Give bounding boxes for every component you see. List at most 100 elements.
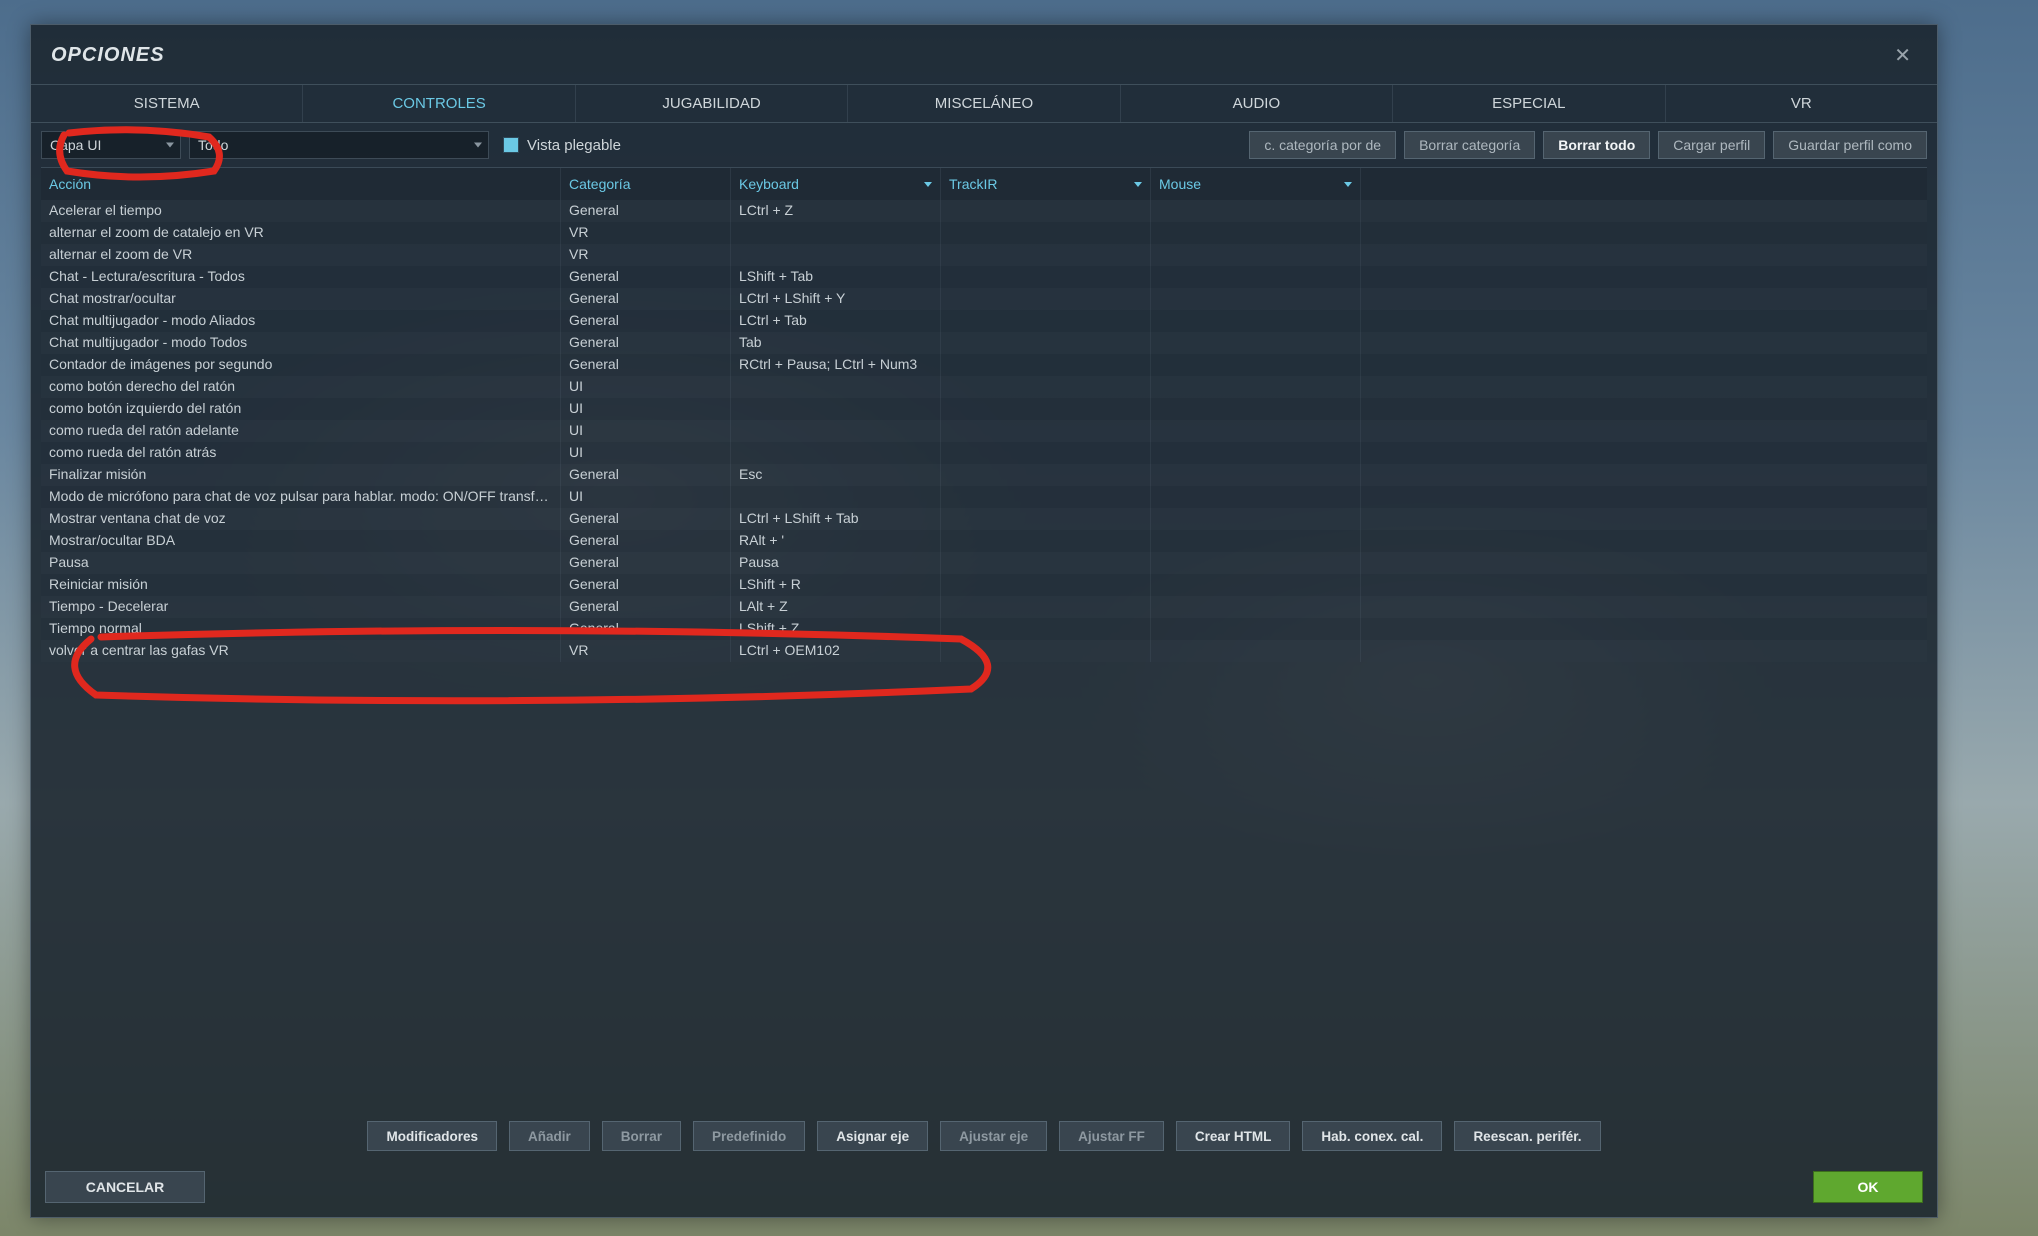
- create-html-button[interactable]: Crear HTML: [1176, 1121, 1291, 1151]
- binding-row[interactable]: Tiempo - DecelerarGeneralLAlt + Z: [41, 596, 1927, 618]
- cell-mouse[interactable]: [1151, 420, 1361, 442]
- cell-category[interactable]: General: [561, 552, 731, 574]
- cell-category[interactable]: General: [561, 332, 731, 354]
- cell-trackir[interactable]: [941, 288, 1151, 310]
- binding-row[interactable]: Modo de micrófono para chat de voz pulsa…: [41, 486, 1927, 508]
- cell-mouse[interactable]: [1151, 574, 1361, 596]
- cell-trackir[interactable]: [941, 354, 1151, 376]
- foldable-view-checkbox[interactable]: Vista plegable: [503, 137, 621, 154]
- tab-especial[interactable]: ESPECIAL: [1393, 85, 1665, 122]
- cell-mouse[interactable]: [1151, 310, 1361, 332]
- binding-row[interactable]: Chat multijugador - modo AliadosGeneralL…: [41, 310, 1927, 332]
- binding-row[interactable]: como rueda del ratón adelanteUI: [41, 420, 1927, 442]
- cell-keyboard[interactable]: Esc: [731, 464, 941, 486]
- cell-category[interactable]: VR: [561, 222, 731, 244]
- cell-trackir[interactable]: [941, 332, 1151, 354]
- cell-trackir[interactable]: [941, 222, 1151, 244]
- cell-category[interactable]: General: [561, 464, 731, 486]
- cell-mouse[interactable]: [1151, 200, 1361, 222]
- col-category[interactable]: Categoría: [561, 168, 731, 200]
- cell-mouse[interactable]: [1151, 464, 1361, 486]
- cell-action[interactable]: Chat - Lectura/escritura - Todos: [41, 266, 561, 288]
- delete-button[interactable]: Borrar: [602, 1121, 681, 1151]
- default-button[interactable]: Predefinido: [693, 1121, 805, 1151]
- cell-category[interactable]: UI: [561, 398, 731, 420]
- cell-keyboard[interactable]: LCtrl + Z: [731, 200, 941, 222]
- cell-keyboard[interactable]: LAlt + Z: [731, 596, 941, 618]
- cell-action[interactable]: Pausa: [41, 552, 561, 574]
- cell-keyboard[interactable]: [731, 398, 941, 420]
- cell-category[interactable]: General: [561, 574, 731, 596]
- cell-category[interactable]: General: [561, 310, 731, 332]
- cell-trackir[interactable]: [941, 574, 1151, 596]
- cell-action[interactable]: Contador de imágenes por segundo: [41, 354, 561, 376]
- cell-mouse[interactable]: [1151, 618, 1361, 640]
- cell-mouse[interactable]: [1151, 332, 1361, 354]
- adjust-ff-button[interactable]: Ajustar FF: [1059, 1121, 1164, 1151]
- cell-category[interactable]: General: [561, 288, 731, 310]
- cell-category[interactable]: UI: [561, 486, 731, 508]
- cell-action[interactable]: Reiniciar misión: [41, 574, 561, 596]
- cell-category[interactable]: General: [561, 200, 731, 222]
- cell-keyboard[interactable]: LCtrl + LShift + Y: [731, 288, 941, 310]
- cell-action[interactable]: Modo de micrófono para chat de voz pulsa…: [41, 486, 561, 508]
- load-profile-button[interactable]: Cargar perfil: [1658, 131, 1765, 159]
- cell-keyboard[interactable]: RAlt + ': [731, 530, 941, 552]
- cell-keyboard[interactable]: [731, 486, 941, 508]
- cell-category[interactable]: General: [561, 508, 731, 530]
- binding-row[interactable]: Chat multijugador - modo TodosGeneralTab: [41, 332, 1927, 354]
- cell-trackir[interactable]: [941, 618, 1151, 640]
- cell-action[interactable]: volver a centrar las gafas VR: [41, 640, 561, 662]
- cell-category[interactable]: UI: [561, 442, 731, 464]
- cell-action[interactable]: Tiempo normal: [41, 618, 561, 640]
- binding-row[interactable]: como rueda del ratón atrásUI: [41, 442, 1927, 464]
- cell-mouse[interactable]: [1151, 398, 1361, 420]
- cell-action[interactable]: alternar el zoom de catalejo en VR: [41, 222, 561, 244]
- cell-keyboard[interactable]: [731, 244, 941, 266]
- cell-action[interactable]: como rueda del ratón atrás: [41, 442, 561, 464]
- category-default-button[interactable]: c. categoría por de: [1249, 131, 1396, 159]
- cell-keyboard[interactable]: LShift + Tab: [731, 266, 941, 288]
- binding-row[interactable]: Tiempo normalGeneralLShift + Z: [41, 618, 1927, 640]
- binding-row[interactable]: Acelerar el tiempoGeneralLCtrl + Z: [41, 200, 1927, 222]
- clear-all-button[interactable]: Borrar todo: [1543, 131, 1650, 159]
- tab-sistema[interactable]: SISTEMA: [31, 85, 303, 122]
- cell-trackir[interactable]: [941, 376, 1151, 398]
- binding-row[interactable]: alternar el zoom de VRVR: [41, 244, 1927, 266]
- cell-mouse[interactable]: [1151, 530, 1361, 552]
- binding-row[interactable]: Mostrar ventana chat de vozGeneralLCtrl …: [41, 508, 1927, 530]
- col-device-mouse[interactable]: Mouse: [1151, 168, 1361, 200]
- cell-mouse[interactable]: [1151, 222, 1361, 244]
- binding-row[interactable]: Chat - Lectura/escritura - TodosGeneralL…: [41, 266, 1927, 288]
- tab-vr[interactable]: VR: [1666, 85, 1937, 122]
- col-device-trackir[interactable]: TrackIR: [941, 168, 1151, 200]
- cell-action[interactable]: como botón derecho del ratón: [41, 376, 561, 398]
- cell-trackir[interactable]: [941, 420, 1151, 442]
- col-device-keyboard[interactable]: Keyboard: [731, 168, 941, 200]
- cell-keyboard[interactable]: LCtrl + OEM102: [731, 640, 941, 662]
- cell-mouse[interactable]: [1151, 640, 1361, 662]
- cell-action[interactable]: Mostrar ventana chat de voz: [41, 508, 561, 530]
- cell-mouse[interactable]: [1151, 508, 1361, 530]
- modifiers-button[interactable]: Modificadores: [367, 1121, 497, 1151]
- cell-category[interactable]: VR: [561, 244, 731, 266]
- cell-trackir[interactable]: [941, 486, 1151, 508]
- cancel-button[interactable]: CANCELAR: [45, 1171, 205, 1203]
- tab-misceláneo[interactable]: MISCELÁNEO: [848, 85, 1120, 122]
- cell-trackir[interactable]: [941, 266, 1151, 288]
- cell-trackir[interactable]: [941, 200, 1151, 222]
- cell-keyboard[interactable]: LShift + Z: [731, 618, 941, 640]
- cell-keyboard[interactable]: LCtrl + Tab: [731, 310, 941, 332]
- binding-row[interactable]: alternar el zoom de catalejo en VRVR: [41, 222, 1927, 244]
- cell-mouse[interactable]: [1151, 596, 1361, 618]
- enable-hot-cal-button[interactable]: Hab. conex. cal.: [1302, 1121, 1442, 1151]
- cell-keyboard[interactable]: [731, 442, 941, 464]
- cell-keyboard[interactable]: Tab: [731, 332, 941, 354]
- cell-keyboard[interactable]: [731, 420, 941, 442]
- cell-trackir[interactable]: [941, 640, 1151, 662]
- cell-action[interactable]: Chat mostrar/ocultar: [41, 288, 561, 310]
- cell-action[interactable]: alternar el zoom de VR: [41, 244, 561, 266]
- cell-trackir[interactable]: [941, 508, 1151, 530]
- close-icon[interactable]: ✕: [1888, 41, 1917, 70]
- cell-category[interactable]: UI: [561, 376, 731, 398]
